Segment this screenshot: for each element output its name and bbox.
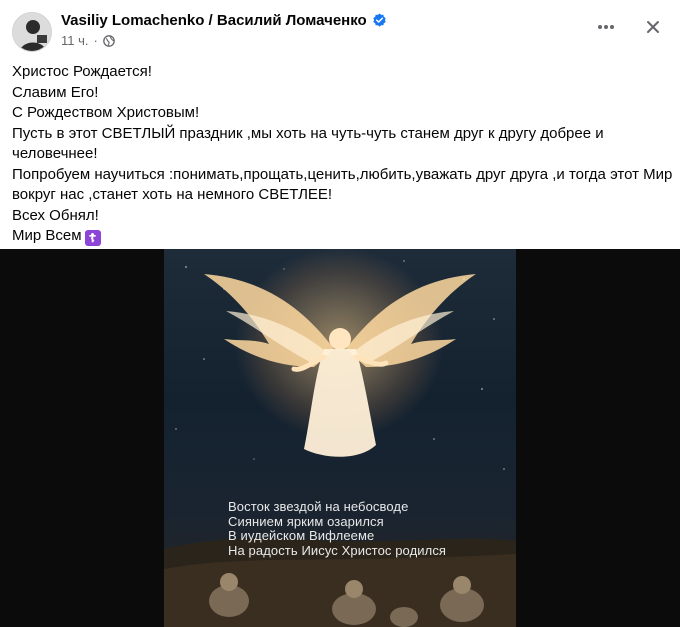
caption-line: В иудейском Вифлееме [228, 528, 375, 543]
facebook-post: Vasiliy Lomachenko / Василий Ломаченко 1… [0, 0, 680, 627]
post-timestamp[interactable]: 11 ч. [61, 33, 89, 48]
author-avatar[interactable] [12, 12, 52, 52]
angel-image: Восток звездой на небосводе Сиянием ярки… [164, 249, 516, 627]
more-options-button[interactable] [593, 14, 619, 40]
orthodox-cross-emoji-icon: ☦ [84, 230, 101, 246]
post-header: Vasiliy Lomachenko / Василий Ломаченко 1… [0, 0, 680, 58]
post-text: Христос Рождается! Славим Его! С Рождест… [12, 62, 673, 247]
post-text-line: С Рождеством Христовым! [12, 104, 200, 121]
author-name-row: Vasiliy Lomachenko / Василий Ломаченко [61, 12, 387, 29]
meta-separator: · [93, 33, 98, 48]
author-name[interactable]: Vasiliy Lomachenko / Василий Ломаченко [61, 12, 367, 29]
caption-line: На радость Иисус Христос родился [228, 542, 447, 558]
post-text-line: Всех Обнял! [12, 206, 99, 224]
close-button[interactable] [640, 14, 666, 40]
post-media-video[interactable]: Восток звездой на небосводе Сиянием ярки… [0, 249, 680, 627]
post-text-line: Пусть в этот СВЕТЛЫЙ праздник ,мы хоть н… [12, 124, 604, 142]
post-text-line: Христос Рождается! [12, 63, 152, 80]
post-text-line: Славим Его! [12, 83, 99, 101]
video-caption: Восток звездой на небосводе Сиянием ярки… [228, 499, 447, 558]
post-meta: 11 ч. · [61, 33, 115, 48]
globe-icon[interactable] [102, 34, 115, 47]
post-text-line: вокруг нас ,станет хоть на немного СВЕТЛ… [12, 186, 333, 203]
caption-line: Сиянием ярким озарился [228, 513, 384, 529]
post-text-line: Мир Всем [12, 227, 82, 244]
close-icon [647, 21, 659, 33]
post-text-line: Попробуем научиться :понимать,прощать,це… [12, 165, 673, 183]
post-text-line: человечнее! [12, 145, 98, 162]
verified-badge-icon [372, 13, 387, 28]
more-dots-icon [598, 25, 614, 29]
caption-line: Восток звездой на небосводе [228, 499, 409, 514]
post-text-line-last: Мир Всем ☦ [12, 226, 668, 247]
